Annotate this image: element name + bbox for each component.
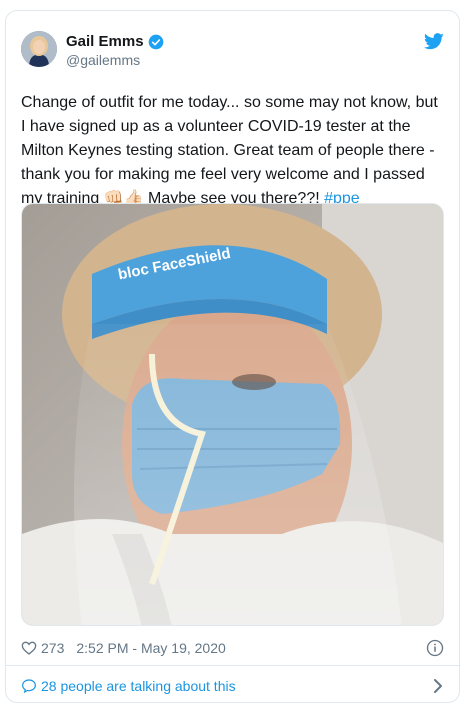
speech-bubble-icon bbox=[22, 679, 36, 694]
tweet-text: Change of outfit for me today... so some… bbox=[21, 91, 446, 211]
tweet-card: Gail Emms @gailemms Change of outfit for… bbox=[5, 10, 460, 703]
verified-badge-icon bbox=[148, 34, 163, 49]
twitter-bird-icon[interactable] bbox=[424, 33, 444, 50]
tweet-meta: 273 2:52 PM - May 19, 2020 bbox=[21, 637, 444, 659]
author-handle[interactable]: @gailemms bbox=[66, 52, 140, 68]
divider bbox=[6, 665, 459, 666]
conversation-link[interactable]: 28 people are talking about this bbox=[21, 675, 444, 697]
heart-icon[interactable] bbox=[21, 640, 37, 656]
tweet-photo[interactable]: bloc FaceShield bbox=[21, 203, 444, 626]
chevron-right-icon[interactable] bbox=[432, 678, 444, 694]
avatar[interactable] bbox=[21, 31, 57, 67]
info-icon[interactable] bbox=[426, 639, 444, 657]
author-name[interactable]: Gail Emms bbox=[66, 33, 144, 50]
tweet-timestamp[interactable]: 2:52 PM - May 19, 2020 bbox=[76, 640, 225, 656]
author-name-row[interactable]: Gail Emms bbox=[66, 33, 164, 50]
tweet-header: Gail Emms @gailemms bbox=[21, 31, 444, 75]
talking-label[interactable]: 28 people are talking about this bbox=[41, 678, 236, 694]
like-count[interactable]: 273 bbox=[41, 640, 64, 656]
